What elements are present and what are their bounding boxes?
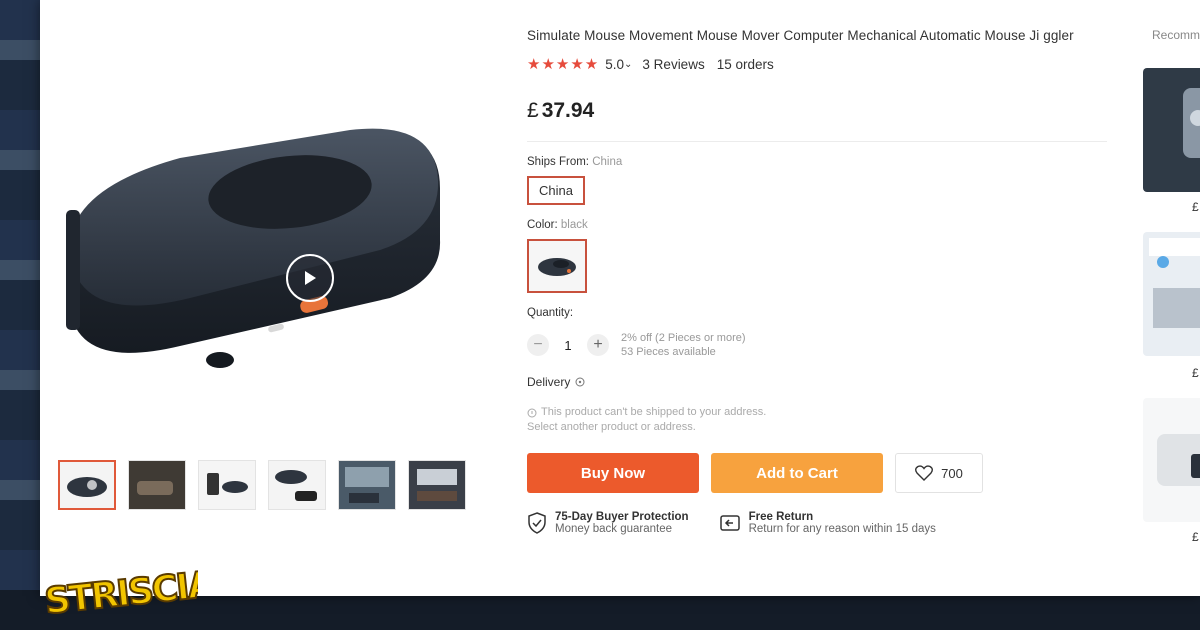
recommended-item-2[interactable] [1143,232,1200,356]
discount-note: 2% off (2 Pieces or more) [621,332,746,344]
action-buttons: Buy Now Add to Cart 700 [527,453,1117,493]
quantity-label: Quantity: [527,307,574,319]
color-swatch-image [538,258,576,276]
thumbnail-strip [58,460,466,510]
quantity-minus-button[interactable]: − [527,334,549,356]
product-page-screen: Simulate Mouse Movement Mouse Mover Comp… [40,0,1200,596]
warning-icon [527,408,537,417]
play-icon [305,271,316,285]
currency-symbol: £ [527,99,539,122]
star-rating-icon: ★★★★★ [527,56,600,73]
thumbnail-3[interactable] [198,460,256,510]
shield-check-icon [528,512,546,534]
wishlist-count: 700 [941,465,963,481]
warning-line-1: This product can't be shipped to your ad… [541,406,767,418]
quantity-plus-button[interactable]: + [587,334,609,356]
product-info: Simulate Mouse Movement Mouse Mover Comp… [527,26,1117,535]
warning-line-2[interactable]: Select another product or address. [527,420,1117,435]
product-title: Simulate Mouse Movement Mouse Mover Comp… [527,28,1074,43]
shipping-warning: This product can't be shipped to your ad… [527,405,1117,435]
free-return[interactable]: Free Return Return for any reason within… [719,511,936,535]
thumbnail-5[interactable] [338,460,396,510]
rating-caret-icon[interactable]: ⌄ [624,59,632,70]
color-label-row: Color: black [527,219,1117,231]
quantity-stepper: − 1 + 2% off (2 Pieces or more) 53 Piece… [527,331,1117,359]
recommended-item-1[interactable] [1143,68,1200,192]
thumbnail-6[interactable] [408,460,466,510]
reviews-link[interactable]: 3 Reviews [642,57,704,72]
buyer-protection-title: 75-Day Buyer Protection [555,511,689,523]
thumbnail-4[interactable] [268,460,326,510]
mouse-jiggler-image [66,128,441,368]
quantity-value[interactable]: 1 [549,338,587,353]
buy-now-button[interactable]: Buy Now [527,453,699,493]
thumbnail-1[interactable] [58,460,116,510]
rating-row: ★★★★★ 5.0 ⌄ 3 Reviews 15 orders [527,55,1117,73]
ships-from-option-china[interactable]: China [527,176,585,205]
recommended-price-1: £ [1192,200,1199,214]
recommended-price-2: £ [1192,366,1199,380]
color-value: black [560,219,588,231]
thumbnail-2[interactable] [128,460,186,510]
ships-from-label: Ships From: [527,156,589,168]
wishlist-button[interactable]: 700 [895,453,983,493]
recommended-price-3: £ [1192,530,1199,544]
buyer-protection-subtitle: Money back guarantee [555,523,672,535]
buyer-protection[interactable]: 75-Day Buyer Protection Money back guara… [527,511,689,535]
play-video-button[interactable] [286,254,334,302]
svg-text:STRISCIA: STRISCIA [43,564,198,623]
protection-row: 75-Day Buyer Protection Money back guara… [527,511,1117,535]
main-product-image[interactable] [50,40,470,440]
price: £ 37.94 [527,99,1117,123]
quantity-notes: 2% off (2 Pieces or more) 53 Pieces avai… [621,331,746,359]
color-option-black[interactable] [527,239,587,293]
orders-count: 15 orders [716,56,774,72]
striscia-logo: STRISCIA [38,530,219,626]
free-return-title: Free Return [748,511,814,523]
color-label: Color: [527,219,558,231]
divider [527,141,1107,142]
ships-from-value: China [592,156,623,168]
ships-from-label-row: Ships From: China [527,156,1117,168]
recommended-item-3[interactable] [1143,398,1200,522]
delivery-row: Delivery [527,375,1117,389]
rating-value[interactable]: 5.0 [605,57,624,72]
free-return-subtitle: Return for any reason within 15 days [748,523,936,535]
info-icon[interactable] [575,377,585,387]
recommended-label: Recomm [1152,28,1200,42]
return-icon [719,515,740,531]
delivery-label: Delivery [527,375,571,389]
add-to-cart-button[interactable]: Add to Cart [711,453,883,493]
price-value: 37.94 [541,99,595,122]
available-note: 53 Pieces available [621,346,716,358]
heart-icon [915,465,934,481]
